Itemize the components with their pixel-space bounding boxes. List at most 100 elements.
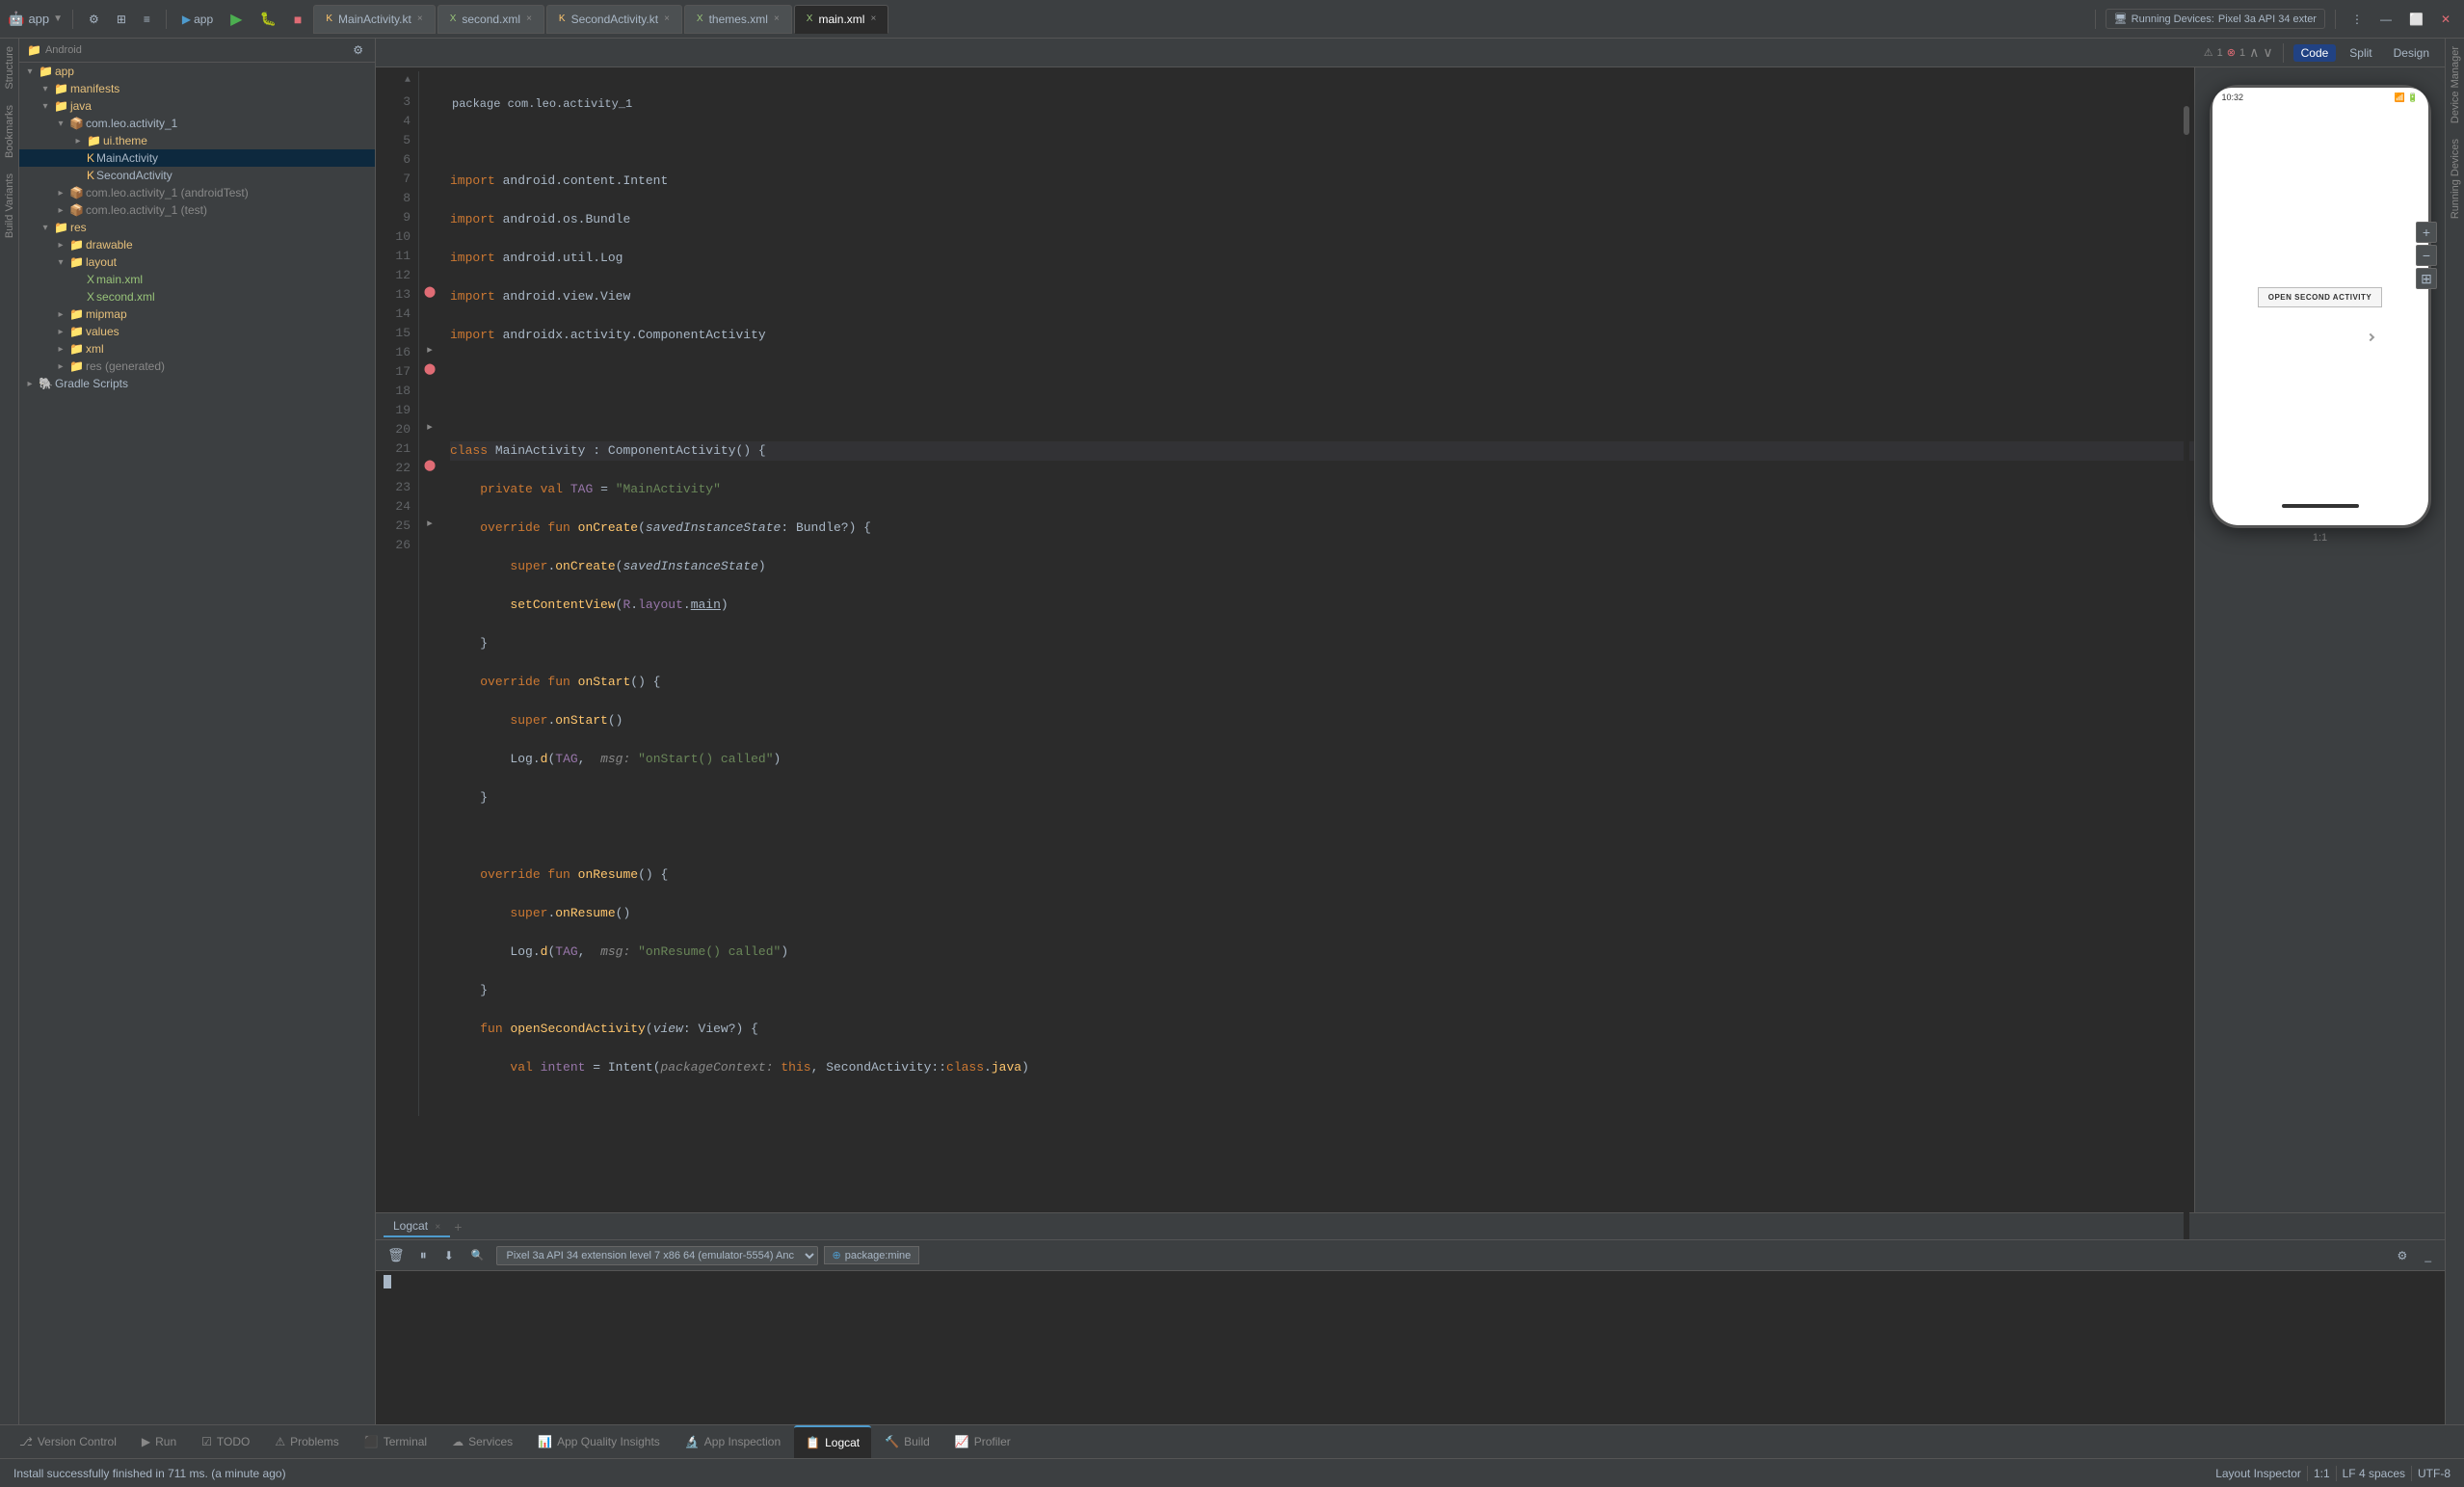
- editor-area: ⚠ 1 ⊗ 1 ∧ ∨ Code Split Design ▲: [376, 39, 2445, 1424]
- logcat-settings-btn[interactable]: ⚙: [2392, 1246, 2414, 1265]
- tree-item-gradle[interactable]: ▸ 🐘 Gradle Scripts: [19, 375, 375, 392]
- open-second-activity-btn[interactable]: OPEN SECOND ACTIVITY: [2258, 287, 2383, 307]
- package-filter[interactable]: ⊕ package:mine: [824, 1246, 920, 1264]
- logcat-add-tab[interactable]: +: [454, 1219, 462, 1235]
- gear-icon[interactable]: ⚙: [349, 42, 367, 58]
- tree-item-layout[interactable]: ▾ 📁 layout: [19, 253, 375, 271]
- editor-view-toolbar: ⚠ 1 ⊗ 1 ∧ ∨ Code Split Design: [376, 39, 2445, 67]
- run-btn[interactable]: ▶: [225, 7, 248, 32]
- chevron-down-icon[interactable]: ∨: [2263, 44, 2272, 61]
- code-view-btn[interactable]: Code: [2293, 44, 2337, 62]
- logcat-filter-btn[interactable]: 🔍: [465, 1246, 490, 1264]
- tree-item-second-xml[interactable]: ▸ X second.xml: [19, 288, 375, 305]
- tree-item-java[interactable]: ▾ 📁 java: [19, 97, 375, 115]
- structure-panel-tab[interactable]: Structure: [1, 39, 18, 97]
- sidebar-title: Android: [45, 44, 82, 56]
- tree-item-res-generated[interactable]: ▸ 📁 res (generated): [19, 358, 375, 375]
- device-nav-bar: [2212, 487, 2428, 525]
- device-zoom-controls: + − ⊞: [2416, 222, 2437, 1135]
- logcat-tab-close[interactable]: ×: [435, 1222, 440, 1233]
- more-options-btn[interactable]: ⋮: [2345, 10, 2369, 29]
- close-window-btn[interactable]: ✕: [2435, 10, 2456, 29]
- zoom-in-btn[interactable]: +: [2416, 222, 2437, 243]
- sep-running: [2095, 10, 2096, 29]
- restore-btn[interactable]: ⬜: [2403, 10, 2429, 29]
- tab-themes-xml[interactable]: X themes.xml ×: [684, 5, 792, 34]
- run-config-btn[interactable]: ▶ app: [176, 10, 219, 29]
- chevron-up-icon[interactable]: ∧: [2249, 44, 2259, 61]
- editor-sep: [2283, 43, 2284, 63]
- tab-mainactivity[interactable]: K MainActivity.kt ×: [313, 5, 435, 34]
- line-col-status[interactable]: 1:1: [2308, 1459, 2336, 1487]
- git-icon: ⎇: [19, 1435, 33, 1448]
- inspect-icon: 🔬: [685, 1435, 700, 1448]
- project-name: app: [28, 12, 49, 26]
- build-variants-tab[interactable]: Build Variants: [1, 166, 18, 246]
- tab-close-mainactivity[interactable]: ×: [417, 13, 423, 24]
- project-selector[interactable]: 🤖 app ▼: [8, 11, 63, 27]
- code-editor[interactable]: ▲ 3 4 5 6 7 8 9 10 11 12 13 14: [376, 67, 2194, 1212]
- services-icon: ☁: [452, 1435, 464, 1448]
- design-view-btn[interactable]: Design: [2386, 44, 2437, 62]
- tab-close-main-xml[interactable]: ×: [870, 13, 876, 24]
- separator-1: [72, 10, 73, 29]
- logcat-clear-btn[interactable]: 🗑: [384, 1245, 409, 1265]
- right-panel-tabs: Device Manager Running Devices: [2445, 39, 2464, 1424]
- tab-second-xml[interactable]: X second.xml ×: [437, 5, 544, 34]
- layout-inspector-status[interactable]: Layout Inspector: [2210, 1459, 2307, 1487]
- logcat-pause-btn[interactable]: ⏸: [414, 1244, 433, 1266]
- device-ratio: 1:1: [2313, 532, 2327, 544]
- device-manager-tab[interactable]: Device Manager: [2447, 39, 2464, 131]
- logcat-scroll-btn[interactable]: ⬇: [438, 1246, 460, 1265]
- device-signal: 📶 🔋: [2395, 93, 2419, 103]
- align-btn[interactable]: ⊞: [111, 10, 132, 29]
- tree-item-androidtest[interactable]: ▸ 📦 com.leo.activity_1 (androidTest): [19, 184, 375, 201]
- tree-item-mainactivity[interactable]: ▸ K MainActivity: [19, 149, 375, 167]
- tree-item-drawable[interactable]: ▸ 📁 drawable: [19, 236, 375, 253]
- settings-btn[interactable]: ⚙: [83, 10, 105, 29]
- tree-item-xml-folder[interactable]: ▸ 📁 xml: [19, 340, 375, 358]
- tree-item-mipmap[interactable]: ▸ 📁 mipmap: [19, 305, 375, 323]
- tree-item-com-leo[interactable]: ▾ 📦 com.leo.activity_1: [19, 115, 375, 132]
- logcat-panel: Logcat × + 🗑 ⏸ ⬇ 🔍 Pixel 3a API 34 exten…: [376, 1212, 2445, 1424]
- indent-status[interactable]: LF 4 spaces: [2337, 1459, 2411, 1487]
- sidebar-header: 📁 Android ⚙: [19, 39, 375, 63]
- device-frame: 10:32 📶 🔋 OPEN SECOND ACTIVITY: [2210, 85, 2431, 528]
- bookmarks-panel-tab[interactable]: Bookmarks: [1, 97, 18, 166]
- tree-item-manifests[interactable]: ▾ 📁 manifests: [19, 80, 375, 97]
- tree-item-res[interactable]: ▾ 📁 res: [19, 219, 375, 236]
- play-icon: ▶: [142, 1435, 150, 1448]
- debug-btn[interactable]: 🐛: [253, 8, 281, 30]
- logcat-content[interactable]: [376, 1271, 2445, 1424]
- tab-secondactivity[interactable]: K SecondActivity.kt ×: [546, 5, 682, 34]
- more-btn[interactable]: ≡: [138, 10, 156, 29]
- logcat-tab[interactable]: Logcat ×: [384, 1216, 450, 1237]
- code-content[interactable]: package com.leo.activity_1 import androi…: [440, 71, 2194, 1116]
- sep-end: [2335, 10, 2336, 29]
- log-icon: 📋: [806, 1436, 820, 1449]
- install-message: Install successfully finished in 711 ms.…: [13, 1467, 286, 1480]
- split-view-btn[interactable]: Split: [2342, 44, 2379, 62]
- running-devices-label: 🖥 Running Devices: Pixel 3a API 34 exter: [2106, 9, 2325, 29]
- fit-screen-btn[interactable]: ⊞: [2416, 268, 2437, 289]
- tree-item-values[interactable]: ▸ 📁 values: [19, 323, 375, 340]
- tree-item-secondactivity[interactable]: ▸ K SecondActivity: [19, 167, 375, 184]
- logcat-minimize-btn[interactable]: _: [2419, 1246, 2437, 1265]
- tree-item-main-xml[interactable]: ▸ X main.xml: [19, 271, 375, 288]
- tab-main-xml[interactable]: X main.xml ×: [794, 5, 889, 34]
- tab-close-second-xml[interactable]: ×: [526, 13, 532, 24]
- tab-close-themes[interactable]: ×: [774, 13, 780, 24]
- tab-close-secondactivity[interactable]: ×: [664, 13, 670, 24]
- tree-item-test[interactable]: ▸ 📦 com.leo.activity_1 (test): [19, 201, 375, 219]
- running-devices-tab[interactable]: Running Devices: [2447, 131, 2464, 226]
- top-toolbar: 🤖 app ▼ ⚙ ⊞ ≡ ▶ app ▶ 🐛 ■ K MainActivity…: [0, 0, 2464, 39]
- device-screen: OPEN SECOND ACTIVITY: [2212, 107, 2428, 487]
- tree-item-ui-theme[interactable]: ▸ 📁 ui.theme: [19, 132, 375, 149]
- tree-item-app[interactable]: ▾ 📁 app: [19, 63, 375, 80]
- zoom-out-btn[interactable]: −: [2416, 245, 2437, 266]
- logcat-device-select[interactable]: Pixel 3a API 34 extension level 7 x86 64…: [496, 1246, 818, 1265]
- check-icon: ☑: [201, 1435, 212, 1448]
- encoding-status[interactable]: UTF-8: [2412, 1459, 2456, 1487]
- minimize-btn[interactable]: —: [2374, 10, 2398, 29]
- stop-btn[interactable]: ■: [288, 9, 307, 30]
